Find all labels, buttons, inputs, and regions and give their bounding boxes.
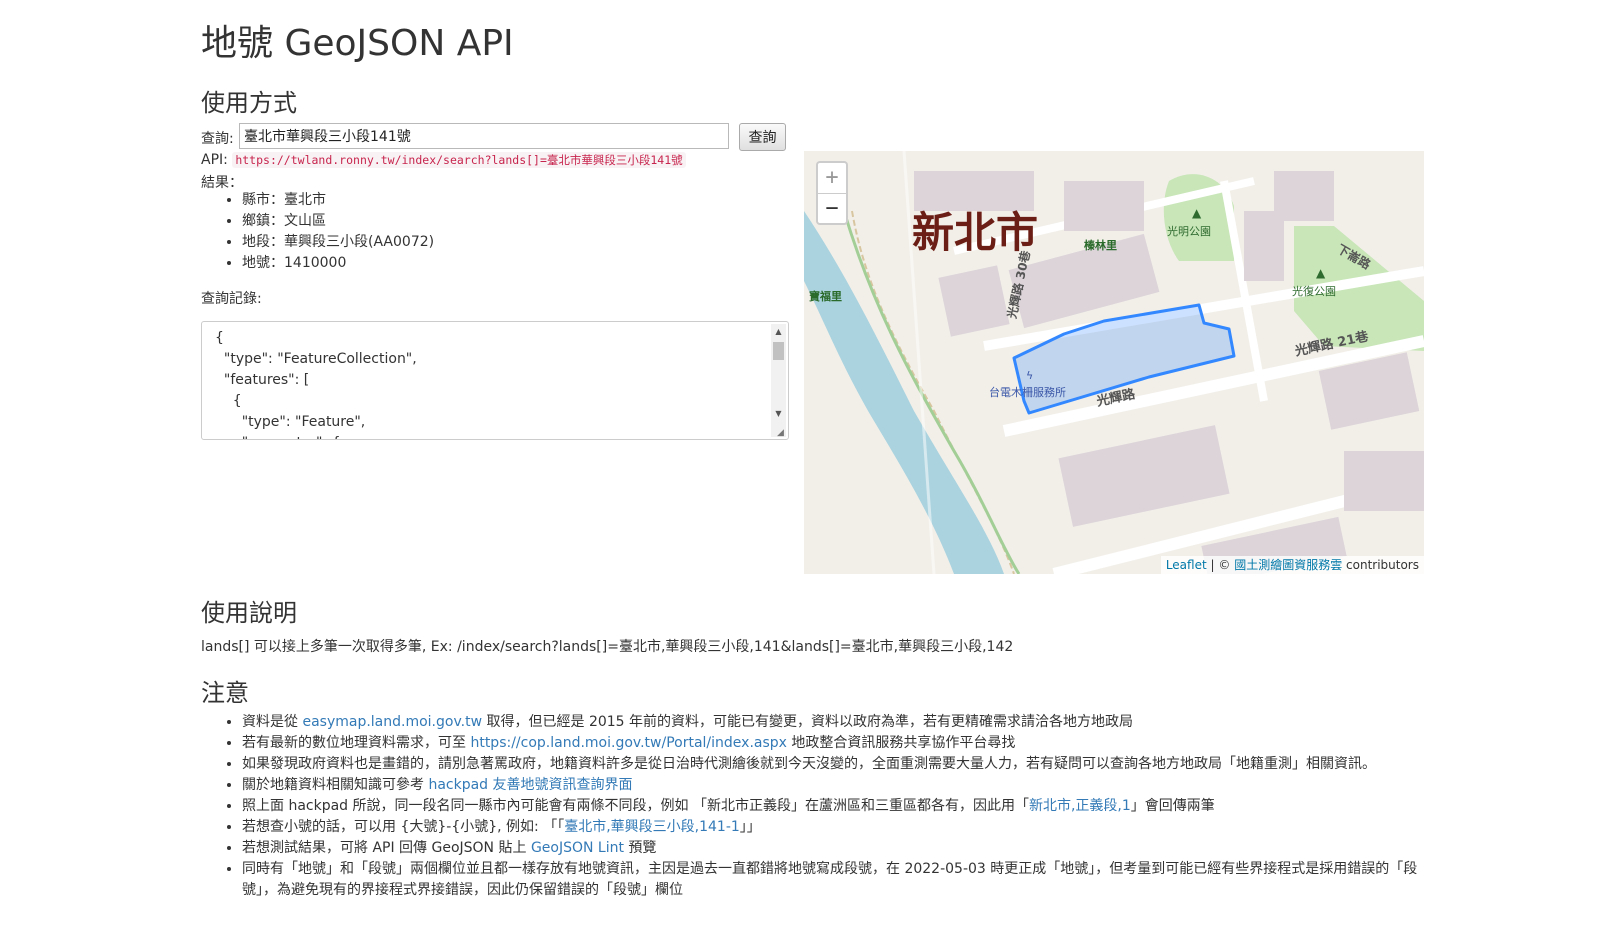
scroll-up-icon[interactable]: ▲ [771, 326, 786, 338]
note-item: 資料是從 easymap.land.moi.gov.tw 取得，但已經是 201… [242, 712, 1452, 733]
usage-heading: 使用方式 [201, 89, 297, 117]
scroll-thumb[interactable] [773, 342, 784, 360]
notes-heading: 注意 [201, 679, 249, 707]
result-section: 地段：華興段三小段(AA0072) [242, 232, 434, 253]
leaflet-link[interactable]: Leaflet [1166, 558, 1207, 572]
attribution-tail: contributors [1342, 558, 1419, 572]
result-town: 鄉鎮：文山區 [242, 211, 434, 232]
notes-list: 資料是從 easymap.land.moi.gov.tw 取得，但已經是 201… [201, 712, 1452, 901]
page-title: 地號 GeoJSON API [201, 23, 514, 64]
resize-handle-icon[interactable]: ◢ [777, 428, 787, 438]
map[interactable]: + − 新北市 光明公園 光復公園 寶福里 榛林里 光輝路 21巷 光輝路 台電… [804, 151, 1424, 574]
attribution-source-link[interactable]: 國土測繪圖資服務雲 [1234, 558, 1342, 572]
note-item: 同時有「地號」和「段號」兩個欄位並且都一樣存放有地號資訊，主因是過去一直都錯將地… [242, 859, 1452, 901]
note-item: 若想測試結果，可將 API 回傳 GeoJSON 貼上 GeoJSON Lint… [242, 838, 1452, 859]
note-item: 如果發現政府資料也是畫錯的，請別急著罵政府，地籍資料許多是從日治時代測繪後就到今… [242, 754, 1452, 775]
api-label: API: [201, 152, 228, 168]
api-row: API: https://twland.ronny.tw/index/searc… [201, 152, 686, 168]
map-label-park-2: 光復公園 [1292, 285, 1336, 298]
explain-text: lands[] 可以接上多筆一次取得多筆, Ex: /index/search?… [201, 639, 1014, 655]
map-label-village-1: 寶福里 [809, 290, 842, 303]
log-textarea[interactable]: { "type": "FeatureCollection", "features… [201, 321, 789, 440]
query-input[interactable] [239, 123, 729, 149]
zoom-control: + − [816, 161, 848, 225]
map-tiles [804, 151, 1424, 574]
note-item: 照上面 hackpad 所說，同一段名同一縣市內可能會有兩條不同段，例如 「新北… [242, 796, 1452, 817]
log-label: 查詢記錄: [201, 291, 262, 307]
query-label: 查詢: [201, 131, 234, 147]
map-attribution: Leaflet | © 國土測繪圖資服務雲 contributors [1160, 556, 1424, 574]
attribution-separator: | © [1206, 558, 1235, 572]
example-subnumber-link[interactable]: 臺北市,華興段三小段,141-1 [564, 819, 740, 835]
result-city: 縣市：臺北市 [242, 190, 434, 211]
log-content: { "type": "FeatureCollection", "features… [215, 330, 417, 439]
example-section-link[interactable]: 新北市,正義段,1 [1029, 798, 1131, 814]
hackpad-link[interactable]: hackpad 友善地號資訊查詢界面 [428, 777, 632, 793]
zoom-in-button[interactable]: + [818, 163, 846, 194]
note-item: 若想查小號的話，可以用 {大號}-{小號}, 例如: 「「臺北市,華興段三小段,… [242, 817, 1452, 838]
park-tree-icon-1: ▲ [1192, 206, 1202, 220]
note-item: 若有最新的數位地理資料需求，可至 https://cop.land.moi.go… [242, 733, 1452, 754]
easymap-link[interactable]: easymap.land.moi.gov.tw [302, 714, 482, 730]
park-tree-icon-2: ▲ [1316, 266, 1326, 280]
explain-heading: 使用說明 [201, 599, 297, 627]
query-button[interactable]: 查詢 [739, 123, 786, 151]
zoom-out-button[interactable]: − [818, 194, 846, 224]
api-url: https://twland.ronny.tw/index/search?lan… [232, 152, 686, 168]
log-scrollbar[interactable]: ▲ ▼ [771, 324, 786, 437]
note-item: 關於地籍資料相關知識可參考 hackpad 友善地號資訊查詢界面 [242, 775, 1452, 796]
power-icon: ϟ [1026, 369, 1034, 382]
result-list: 縣市：臺北市 鄉鎮：文山區 地段：華興段三小段(AA0072) 地號：14100… [201, 190, 434, 274]
result-number: 地號：1410000 [242, 253, 434, 274]
scroll-down-icon[interactable]: ▼ [771, 408, 786, 420]
result-label: 結果： [201, 175, 243, 191]
map-label-park-1: 光明公園 [1167, 225, 1211, 238]
map-label-village-2: 榛林里 [1084, 239, 1117, 252]
cop-portal-link[interactable]: https://cop.land.moi.gov.tw/Portal/index… [470, 735, 787, 751]
geojson-lint-link[interactable]: GeoJSON Lint [531, 840, 624, 856]
map-label-poi: 台電木柵服務所 [989, 386, 1066, 399]
